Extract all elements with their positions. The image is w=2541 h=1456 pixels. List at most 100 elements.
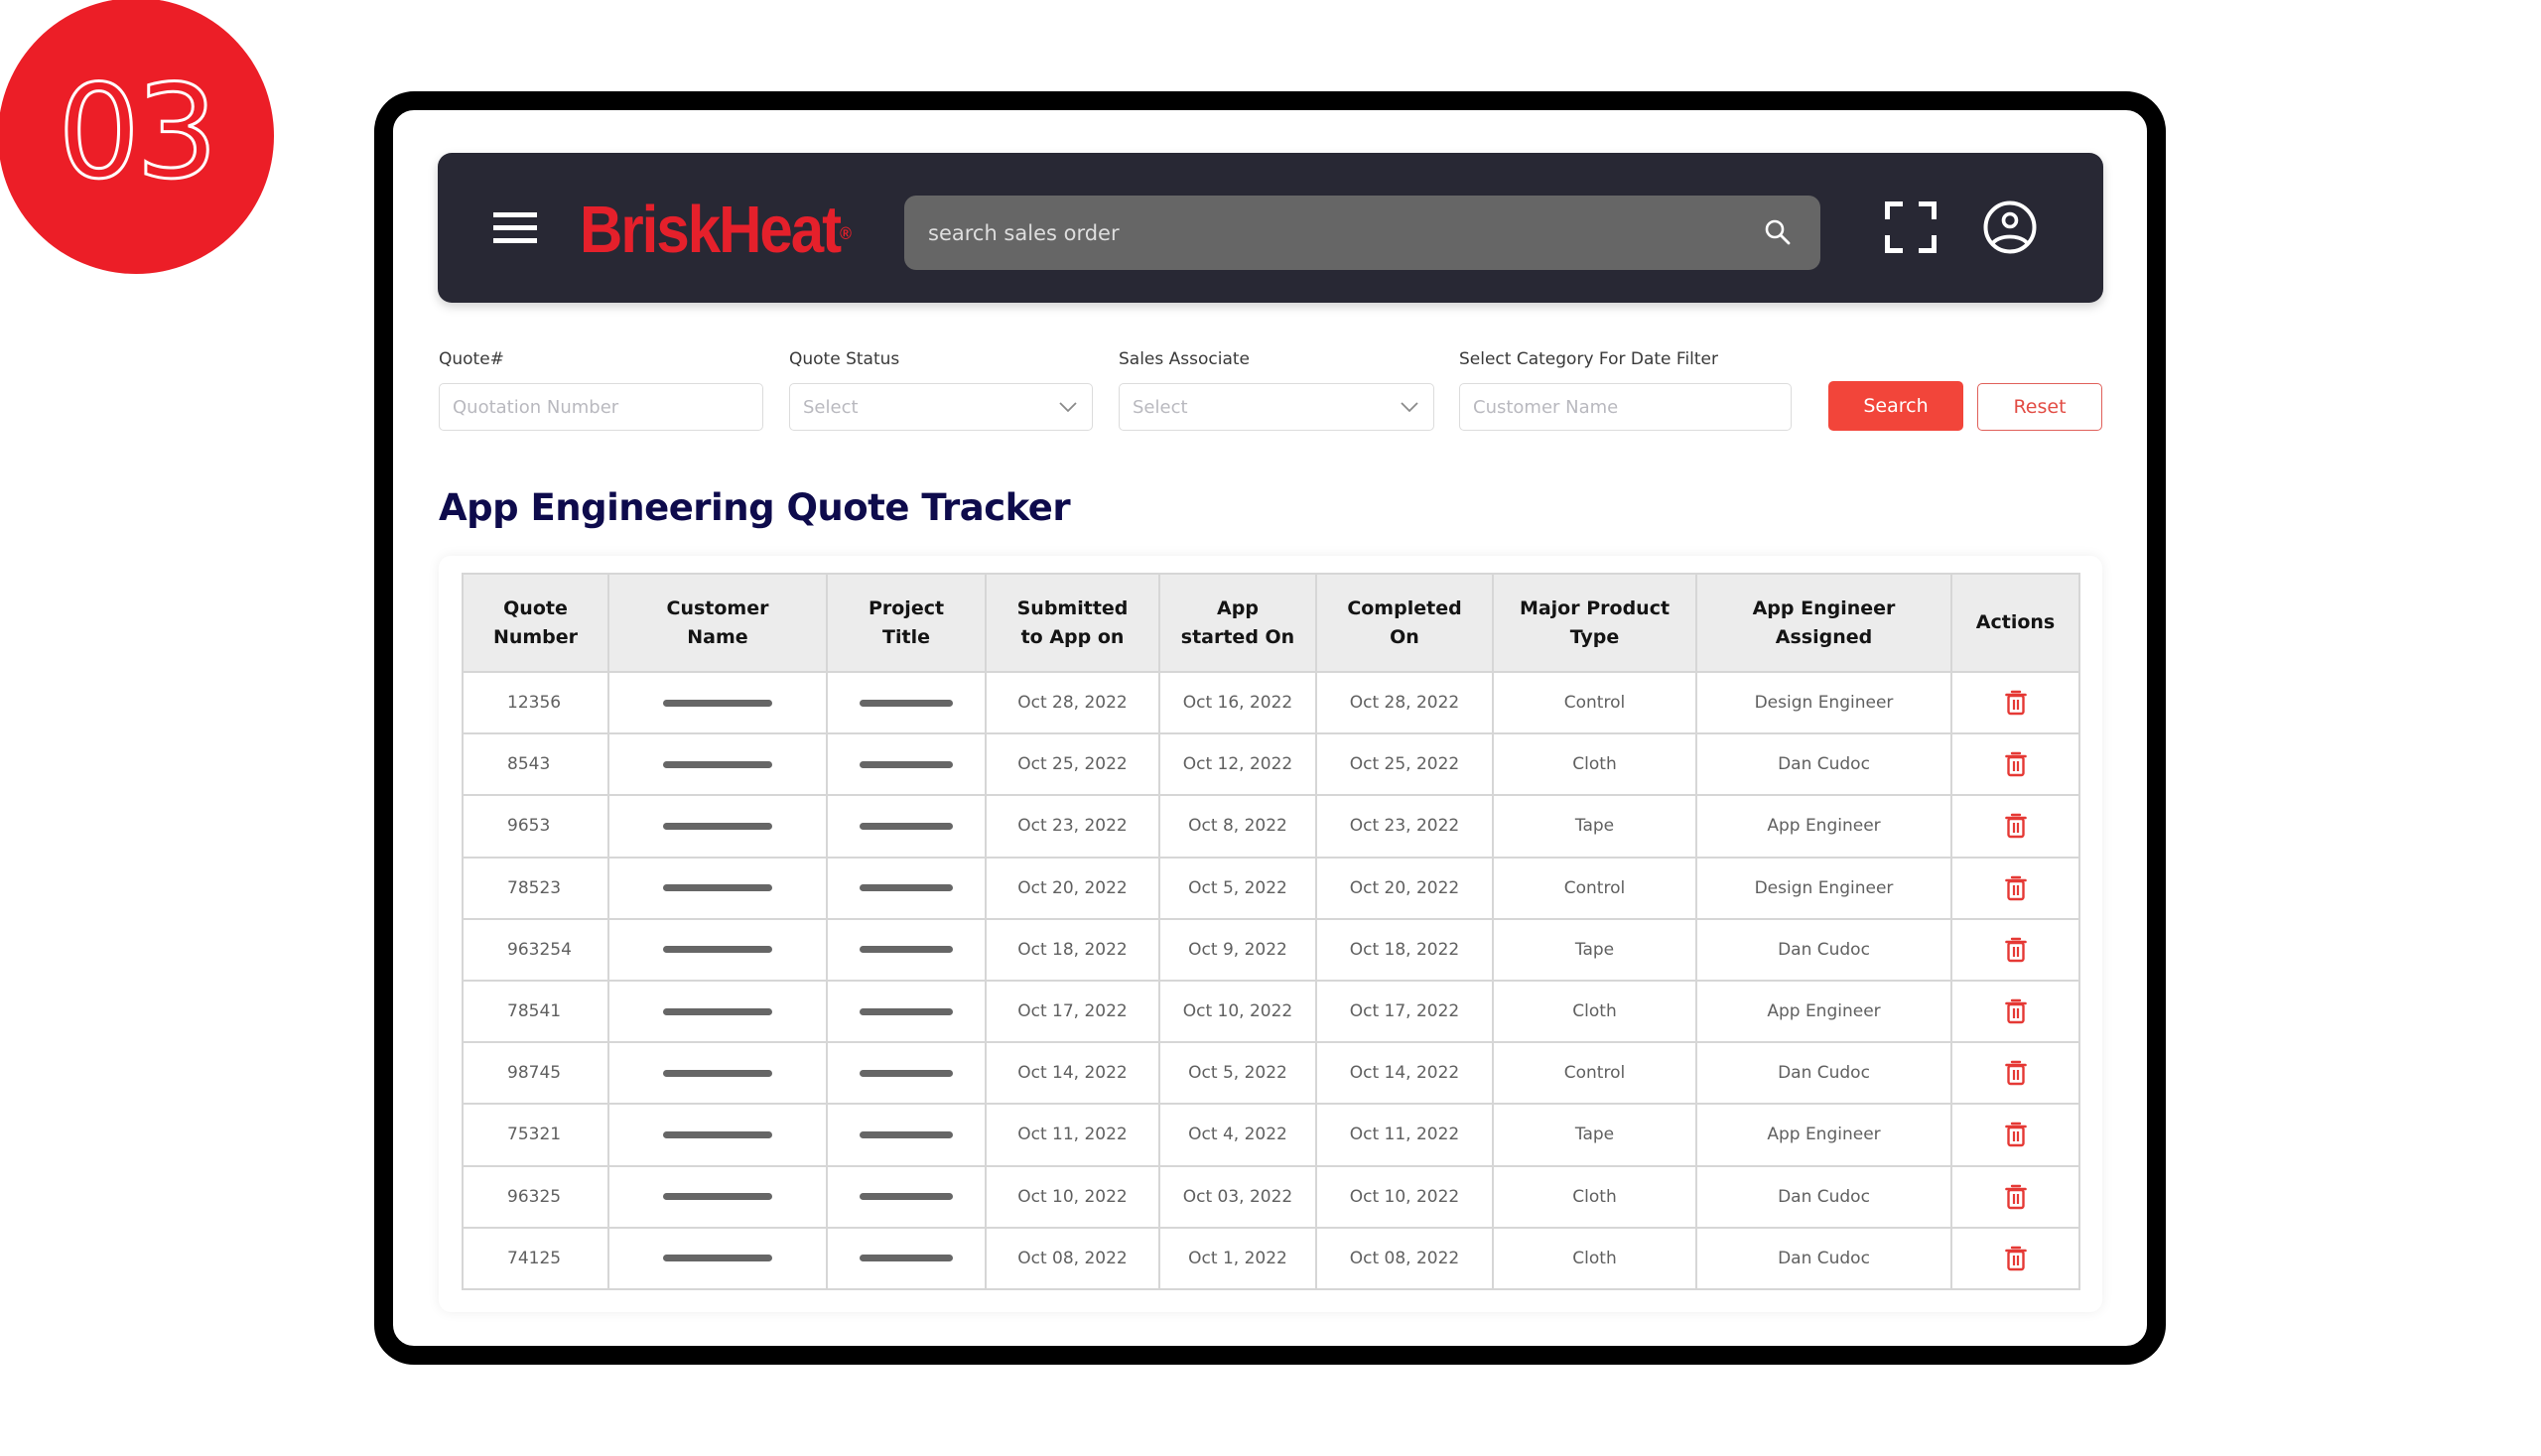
table-row[interactable]: 75321 Oct 11, 2022 Oct 4, 2022 Oct 11, 2022… [462,1103,2080,1167]
table-row[interactable]: 12356 Oct 28, 2022 Oct 16, 2022 Oct 28, 202… [462,670,2080,735]
column-header-text: Quote [503,596,568,619]
customer-name-cell [607,1103,828,1167]
started-date-cell: Oct 03, 2022 [1158,1164,1317,1229]
trash-icon[interactable] [2004,751,2027,777]
column-header-text: Name [687,625,748,648]
column-header-text: App Engineer [1752,596,1896,619]
completed-date-cell: Oct 20, 2022 [1315,856,1494,920]
actions-cell [1950,1164,2080,1229]
quote-tracker-table: Quote Number Customer Name Project Title Submi… [462,573,2080,1290]
column-header-text: started On [1180,625,1295,648]
fullscreen-icon[interactable] [1885,201,1937,253]
engineer-assigned-cell: Design Engineer [1695,856,1952,920]
column-header-app-engineer-assigned: App Engineer Assigned [1695,573,1952,673]
engineer-assigned-cell: Dan Cudoc [1695,732,1952,797]
table-row[interactable]: 963254 Oct 18, 2022 Oct 9, 2022 Oct 18, 202… [462,917,2080,982]
table-row[interactable]: 8543 Oct 25, 2022 Oct 12, 2022 Oct 25, 2022… [462,732,2080,797]
project-title-cell [826,917,987,982]
quote-number-cell: 8543 [462,732,609,797]
trash-icon[interactable] [2004,690,2027,716]
engineer-assigned-cell: App Engineer [1695,1103,1952,1167]
trash-icon[interactable] [2004,937,2027,963]
column-header-text: App [1217,596,1259,619]
customer-name-input[interactable] [1460,384,1791,430]
product-type-cell: Cloth [1492,979,1697,1044]
trash-icon[interactable] [2004,813,2027,839]
trash-icon[interactable] [2004,1184,2027,1210]
actions-cell [1950,979,2080,1044]
svg-text:03: 03 [58,57,213,207]
table-row[interactable]: 96325 Oct 10, 2022 Oct 03, 2022 Oct 10, 202… [462,1164,2080,1229]
submitted-date-cell: Oct 10, 2022 [985,1164,1160,1229]
column-header-text: Customer [666,596,769,619]
engineer-assigned-cell: App Engineer [1695,794,1952,859]
project-title-cell [826,732,987,797]
engineer-assigned-cell: App Engineer [1695,979,1952,1044]
completed-date-cell: Oct 28, 2022 [1315,670,1494,735]
product-type-cell: Tape [1492,794,1697,859]
product-type-cell: Cloth [1492,732,1697,797]
quote-number-label: Quote# [439,349,504,369]
redacted-project-title-placeholder [860,946,953,954]
project-title-cell [826,979,987,1044]
table-row[interactable]: 98745 Oct 14, 2022 Oct 5, 2022 Oct 14, 2022… [462,1041,2080,1106]
trash-icon[interactable] [2004,875,2027,901]
started-date-cell: Oct 8, 2022 [1158,794,1317,859]
quote-number-cell: 963254 [462,917,609,982]
quote-number-field-wrapper [439,383,763,431]
started-date-cell: Oct 9, 2022 [1158,917,1317,982]
reset-button[interactable]: Reset [1977,383,2102,431]
trash-icon[interactable] [2004,998,2027,1024]
search-icon[interactable] [1763,217,1793,247]
submitted-date-cell: Oct 17, 2022 [985,979,1160,1044]
submitted-date-cell: Oct 25, 2022 [985,732,1160,797]
project-title-cell [826,794,987,859]
column-header-text: to App on [1020,625,1125,648]
table-row[interactable]: 78541 Oct 17, 2022 Oct 10, 2022 Oct 17, 202… [462,979,2080,1044]
started-date-cell: Oct 5, 2022 [1158,856,1317,920]
engineer-assigned-cell: Dan Cudoc [1695,1226,1952,1290]
started-date-cell: Oct 5, 2022 [1158,1041,1317,1106]
completed-date-cell: Oct 18, 2022 [1315,917,1494,982]
actions-cell [1950,917,2080,982]
redacted-project-title-placeholder [860,760,953,768]
completed-date-cell: Oct 17, 2022 [1315,979,1494,1044]
column-header-project-title: Project Title [826,573,987,673]
trash-icon[interactable] [2004,1122,2027,1147]
trash-icon[interactable] [2004,1060,2027,1086]
column-header-text: Submitted [1016,596,1129,619]
quote-status-select[interactable]: Select [789,383,1093,431]
table-row[interactable]: 74125 Oct 08, 2022 Oct 1, 2022 Oct 08, 2022… [462,1226,2080,1290]
redacted-project-title-placeholder [860,1069,953,1077]
table-row[interactable]: 9653 Oct 23, 2022 Oct 8, 2022 Oct 23, 2022 T… [462,794,2080,859]
sales-associate-label: Sales Associate [1119,349,1251,369]
table-row[interactable]: 78523 Oct 20, 2022 Oct 5, 2022 Oct 20, 2022… [462,856,2080,920]
hamburger-menu-icon[interactable] [493,212,537,244]
project-title-cell [826,1041,987,1106]
column-header-text: Completed [1347,596,1462,619]
redacted-customer-name-placeholder [663,884,772,892]
column-header-submitted-to-app-on: Submitted to App on [985,573,1160,673]
redacted-customer-name-placeholder [663,1007,772,1015]
quote-status-selected: Select [803,397,859,418]
product-type-cell: Control [1492,856,1697,920]
column-header-app-started-on: App started On [1158,573,1317,673]
quote-number-cell: 78523 [462,856,609,920]
redacted-project-title-placeholder [860,822,953,830]
quote-number-cell: 9653 [462,794,609,859]
quote-number-input[interactable] [440,384,762,430]
actions-cell [1950,856,2080,920]
search-button[interactable]: Search [1828,381,1963,431]
trash-icon[interactable] [2004,1246,2027,1271]
quote-number-cell: 75321 [462,1103,609,1167]
redacted-project-title-placeholder [860,1130,953,1138]
quote-number-cell: 96325 [462,1164,609,1229]
product-type-cell: Cloth [1492,1226,1697,1290]
search-input[interactable] [928,196,1742,270]
submitted-date-cell: Oct 08, 2022 [985,1226,1160,1290]
sales-associate-select[interactable]: Select [1119,383,1434,431]
column-header-major-product-type: Major Product Type [1492,573,1697,673]
started-date-cell: Oct 10, 2022 [1158,979,1317,1044]
project-title-cell [826,1164,987,1229]
user-circle-icon[interactable] [1983,200,2037,254]
